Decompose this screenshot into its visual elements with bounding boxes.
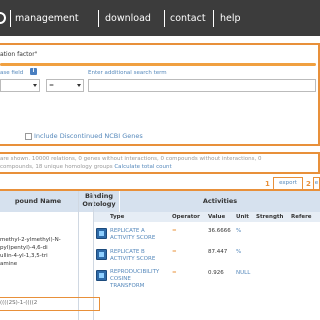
calculate-total-link[interactable]: Calculate total count	[114, 164, 171, 170]
operator-select[interactable]: =	[46, 79, 84, 92]
compound-name-line: pyl)pentyl)-4,6-di	[0, 245, 48, 251]
activity-value: 36.6666	[208, 228, 231, 234]
activity-value: 87.447	[208, 249, 228, 255]
activities-subheader	[93, 212, 320, 222]
homology-count: compounds, 18 unique homology groups	[0, 164, 113, 170]
type-column-header: Type	[110, 214, 125, 220]
compound-name-header: pound Name	[14, 197, 62, 205]
search-query-text: ation factor"	[0, 51, 38, 58]
activity-type-link[interactable]: COSINE	[110, 276, 131, 283]
operator-value: =	[49, 82, 55, 89]
activity-value: 0.926	[208, 270, 224, 276]
include-discontinued-label: Include Discontinued NCBI Genes	[34, 132, 143, 140]
ontology-header-line2: Ontology	[82, 200, 116, 208]
info-icon[interactable]: i	[30, 68, 37, 75]
activities-header-label: Activities	[202, 197, 238, 205]
binding-header-line1: Binding	[85, 192, 113, 200]
compound-name-line: ullin-4-yl-1,3,5-tri	[0, 253, 48, 259]
chevron-down-icon	[77, 84, 81, 87]
activity-type-link[interactable]: REPLICATE A	[110, 228, 145, 235]
operator-column-header: Operator	[172, 214, 200, 220]
compound-name-line: amine	[0, 261, 18, 267]
activity-unit: NULL	[236, 270, 251, 276]
nav-separator	[164, 10, 165, 27]
reference-column-header: Refere	[291, 214, 312, 220]
activity-type-link[interactable]: ACTIVITY SCORE	[110, 235, 155, 242]
nav-item-contact[interactable]: contact	[170, 10, 210, 27]
activity-type-link[interactable]: REPLICATE B	[110, 249, 145, 256]
field-select[interactable]	[0, 79, 40, 92]
activity-type-link[interactable]: ACTIVITY SCORE	[110, 256, 155, 263]
activity-operator: =	[172, 249, 177, 255]
additional-term-label: Enter additional search term	[88, 70, 167, 76]
compound-name-line: methyl-2-ylmethyl)-N-	[0, 237, 61, 243]
include-discontinued-checkbox[interactable]	[25, 133, 32, 140]
activity-operator: =	[172, 270, 177, 276]
next-compound-fragment: ((((2S)-1-((((2	[0, 300, 38, 306]
activity-details-icon[interactable]	[96, 228, 107, 239]
activity-details-icon[interactable]	[96, 270, 107, 281]
nav-separator	[98, 10, 99, 27]
field-label: ase field	[0, 70, 24, 76]
activity-unit: %	[236, 249, 242, 255]
unit-column-header: Unit	[236, 214, 249, 220]
activity-type-link[interactable]: TRANSFORM	[110, 283, 144, 290]
strength-column-header: Strength	[256, 214, 284, 220]
home-icon[interactable]	[0, 12, 6, 24]
results-summary: are shown. 10000 relations, 0 genes with…	[0, 156, 262, 162]
nav-separator	[10, 10, 11, 27]
export-marker-1: 1	[265, 180, 270, 188]
chevron-down-icon	[33, 84, 37, 87]
results-summary-line2: compounds, 18 unique homology groups Cal…	[0, 164, 172, 171]
activity-operator: =	[172, 228, 177, 234]
export-marker-2: 2	[306, 180, 311, 188]
nav-item-download[interactable]: download	[105, 10, 160, 27]
nav-item-help[interactable]: help	[220, 10, 245, 27]
nav-separator	[213, 10, 214, 27]
additional-term-input[interactable]	[88, 79, 316, 92]
search-divider	[0, 63, 316, 66]
activity-type-link[interactable]: REPRODUCIBILITY	[110, 269, 159, 276]
nav-item-management[interactable]: management	[15, 10, 95, 27]
top-navigation-bar: management download contact help	[0, 0, 320, 36]
activity-details-icon[interactable]	[96, 249, 107, 260]
value-column-header: Value	[208, 214, 226, 220]
activity-unit: %	[236, 228, 242, 234]
